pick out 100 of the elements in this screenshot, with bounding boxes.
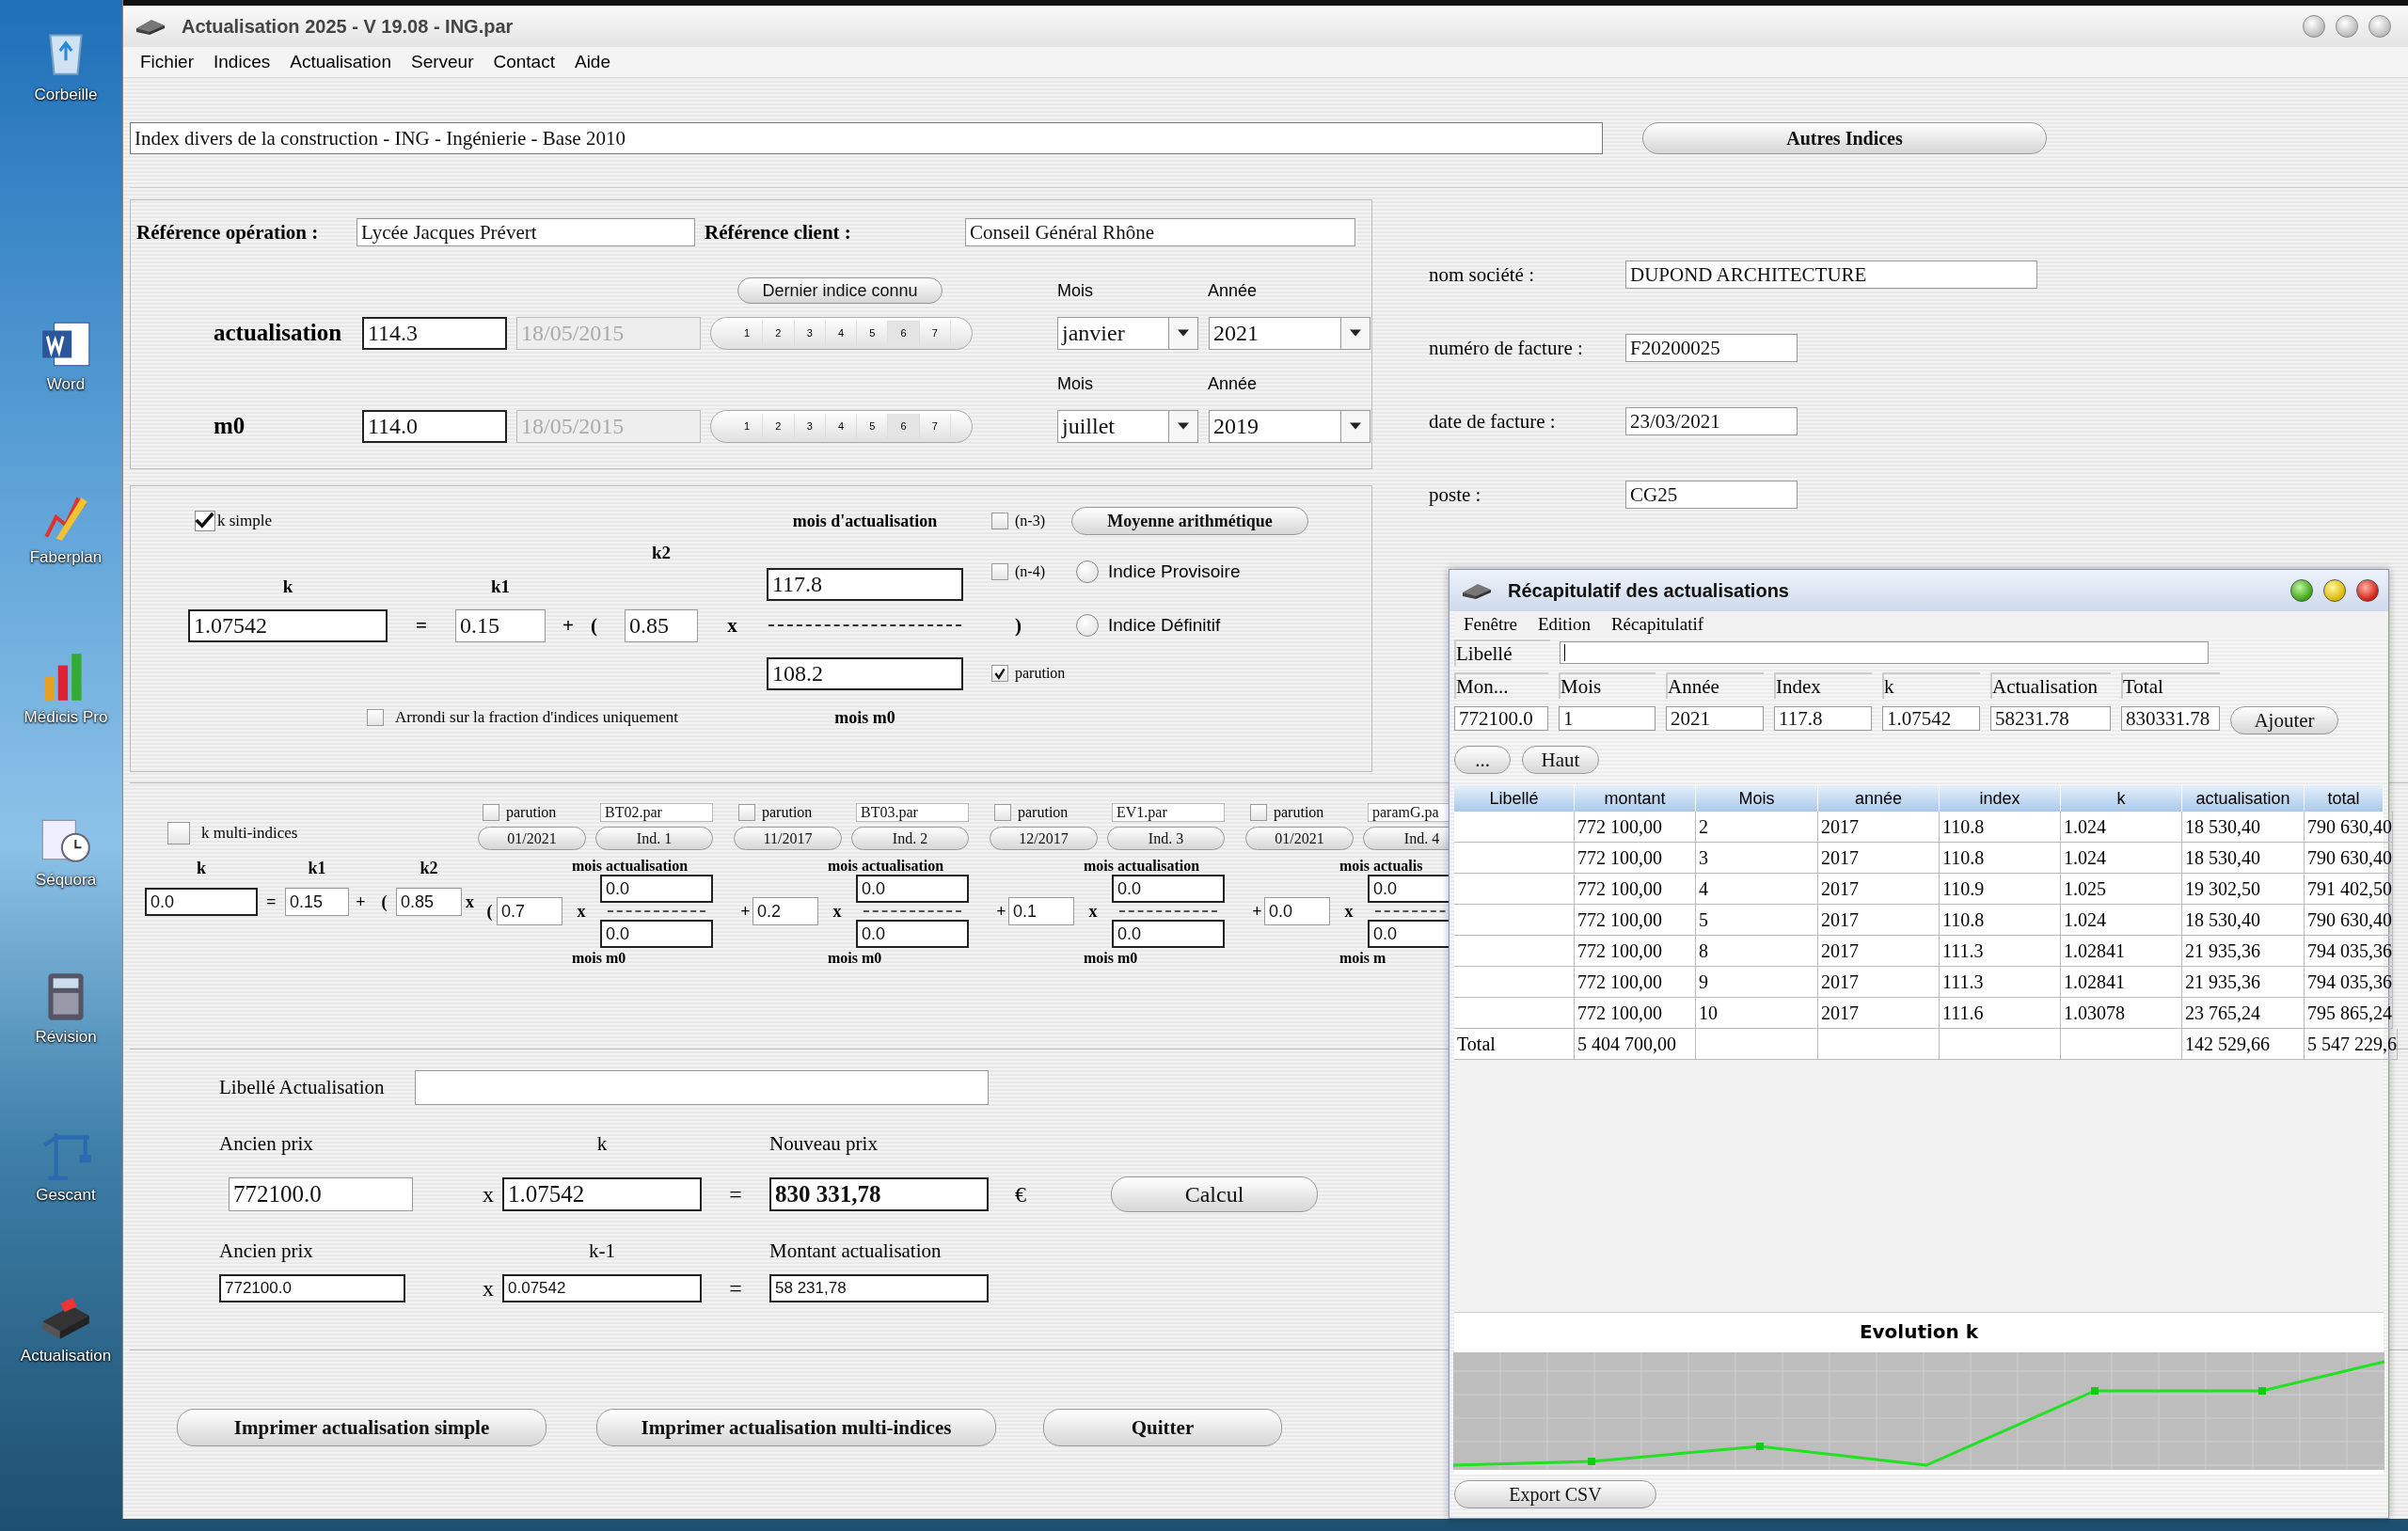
- menu-item[interactable]: Contact: [493, 52, 555, 72]
- denominator-field[interactable]: 0.0: [600, 920, 713, 948]
- old-price-field[interactable]: 772100.0: [219, 1274, 405, 1302]
- file-field[interactable]: EV1.par: [1112, 803, 1225, 822]
- month-dropdown[interactable]: juillet: [1057, 409, 1198, 443]
- maximize-button[interactable]: [2336, 15, 2358, 38]
- dropdown-caret-icon[interactable]: [1168, 317, 1197, 349]
- amount-field[interactable]: 58 231,78: [769, 1274, 989, 1302]
- menu-item[interactable]: Récapitulatif: [1610, 614, 1704, 635]
- menu-item[interactable]: Fenêtre: [1464, 614, 1517, 635]
- operation-field[interactable]: Lycée Jacques Prévert: [356, 218, 695, 246]
- radio-button[interactable]: [1076, 560, 1099, 583]
- index-value-field[interactable]: 114.0: [362, 409, 507, 443]
- index-value-field[interactable]: 114.3: [362, 316, 507, 350]
- date-button[interactable]: 11/2017: [734, 827, 842, 850]
- other-indices-button[interactable]: Autres Indices: [1642, 122, 2047, 154]
- add-button[interactable]: Ajouter: [2230, 706, 2338, 734]
- checkbox[interactable]: [738, 804, 755, 821]
- k-field[interactable]: 1.07542: [188, 608, 388, 642]
- desktop-icon-label[interactable]: Gescant: [36, 1186, 96, 1205]
- action-button[interactable]: Imprimer actualisation multi-indices: [596, 1409, 996, 1446]
- entry-field[interactable]: 117.8: [1774, 706, 1872, 731]
- minimize-button[interactable]: [2323, 579, 2346, 602]
- index-button[interactable]: Ind. 3: [1107, 827, 1225, 850]
- action-button[interactable]: Quitter: [1043, 1409, 1282, 1446]
- client-field[interactable]: Conseil Général Rhône: [965, 218, 1355, 246]
- year-dropdown[interactable]: 2019: [1209, 409, 1370, 443]
- index-button[interactable]: Ind. 2: [851, 827, 969, 850]
- maximize-button[interactable]: [2290, 579, 2313, 602]
- menu-item[interactable]: Actualisation: [290, 52, 391, 72]
- text-field[interactable]: F20200025: [1625, 334, 1798, 362]
- step-selector[interactable]: 1 2 3 4 5 6 7: [710, 316, 973, 350]
- entry-field[interactable]: 830331.78: [2121, 706, 2220, 731]
- new-price-field[interactable]: 830 331,78: [769, 1177, 989, 1211]
- menu-item[interactable]: Edition: [1538, 614, 1591, 635]
- label-field[interactable]: [1560, 641, 2209, 664]
- denominator-field[interactable]: 0.0: [1112, 920, 1225, 948]
- dropdown-caret-icon[interactable]: [1340, 317, 1370, 349]
- desktop-icon-label[interactable]: Corbeille: [34, 85, 98, 104]
- top-button[interactable]: Haut: [1522, 746, 1599, 774]
- entry-field[interactable]: 58231.78: [1990, 706, 2111, 731]
- minimize-button[interactable]: [2303, 15, 2325, 38]
- k-field[interactable]: 1.07542: [502, 1177, 702, 1211]
- k-minus-one-field[interactable]: 0.07542: [502, 1274, 702, 1302]
- numerator-field[interactable]: 0.0: [1112, 875, 1225, 903]
- text-field[interactable]: DUPOND ARCHITECTURE: [1625, 260, 2037, 289]
- step-selector[interactable]: 1 2 3 4 5 6 7: [710, 409, 973, 443]
- numerator-field[interactable]: 0.0: [856, 875, 969, 903]
- weight-field[interactable]: 0.0: [1264, 897, 1330, 925]
- entry-field[interactable]: 1.07542: [1882, 706, 1980, 731]
- desktop-icon-label[interactable]: Actualisation: [20, 1347, 112, 1366]
- file-field[interactable]: BT02.par: [600, 803, 713, 822]
- calculate-button[interactable]: Calcul: [1111, 1176, 1318, 1212]
- index-button[interactable]: Ind. 1: [595, 827, 713, 850]
- date-button[interactable]: 12/2017: [990, 827, 1098, 850]
- checkbox[interactable]: [994, 804, 1011, 821]
- weight-field[interactable]: 0.7: [497, 897, 562, 925]
- numerator-field[interactable]: 117.8: [767, 568, 963, 601]
- date-button[interactable]: 01/2021: [478, 827, 586, 850]
- weight-field[interactable]: 0.1: [1008, 897, 1074, 925]
- close-button[interactable]: [2356, 579, 2379, 602]
- average-button[interactable]: Moyenne arithmétique: [1071, 507, 1308, 535]
- date-button[interactable]: 01/2021: [1245, 827, 1354, 850]
- checkbox[interactable]: [991, 513, 1008, 529]
- entry-field[interactable]: 772100.0: [1454, 706, 1548, 731]
- export-button[interactable]: Export CSV: [1454, 1480, 1656, 1508]
- entry-field[interactable]: 2021: [1666, 706, 1764, 731]
- checkbox[interactable]: [483, 804, 499, 821]
- radio-button[interactable]: [1076, 614, 1099, 637]
- close-button[interactable]: [2368, 15, 2391, 38]
- k-simple-checkbox[interactable]: [195, 511, 215, 531]
- dropdown-caret-icon[interactable]: [1168, 410, 1197, 442]
- checkbox[interactable]: [1250, 804, 1267, 821]
- entry-field[interactable]: 1: [1559, 706, 1656, 731]
- menu-item[interactable]: Aide: [574, 52, 610, 72]
- denominator-field[interactable]: 0.0: [856, 920, 969, 948]
- menu-item[interactable]: Indices: [214, 52, 271, 72]
- old-price-field[interactable]: 772100.0: [229, 1177, 413, 1211]
- numerator-field[interactable]: 0.0: [600, 875, 713, 903]
- action-button[interactable]: Imprimer actualisation simple: [177, 1409, 547, 1446]
- checkbox[interactable]: [991, 665, 1008, 682]
- checkbox[interactable]: [367, 709, 384, 726]
- menu-item[interactable]: Fichier: [140, 52, 194, 72]
- file-field[interactable]: BT03.par: [856, 803, 969, 822]
- checkbox[interactable]: [167, 822, 190, 844]
- denominator-field[interactable]: 108.2: [767, 656, 963, 690]
- k-field[interactable]: 0.0: [145, 888, 258, 916]
- weight-field[interactable]: 0.2: [752, 897, 818, 925]
- last-index-button[interactable]: Dernier indice connu: [737, 277, 943, 304]
- more-button[interactable]: ...: [1454, 746, 1511, 774]
- month-dropdown[interactable]: janvier: [1057, 316, 1198, 350]
- label-field[interactable]: [415, 1070, 989, 1105]
- year-dropdown[interactable]: 2021: [1209, 316, 1370, 350]
- k2-field[interactable]: 0.85: [396, 888, 462, 916]
- k2-field[interactable]: 0.85: [625, 608, 698, 642]
- index-title-field[interactable]: Index divers de la construction - ING - Ingénierie - Base 2010: [130, 122, 1603, 154]
- checkbox[interactable]: [991, 563, 1008, 580]
- menu-item[interactable]: Serveur: [410, 52, 474, 72]
- text-field[interactable]: CG25: [1625, 481, 1798, 509]
- k1-field[interactable]: 0.15: [285, 888, 349, 916]
